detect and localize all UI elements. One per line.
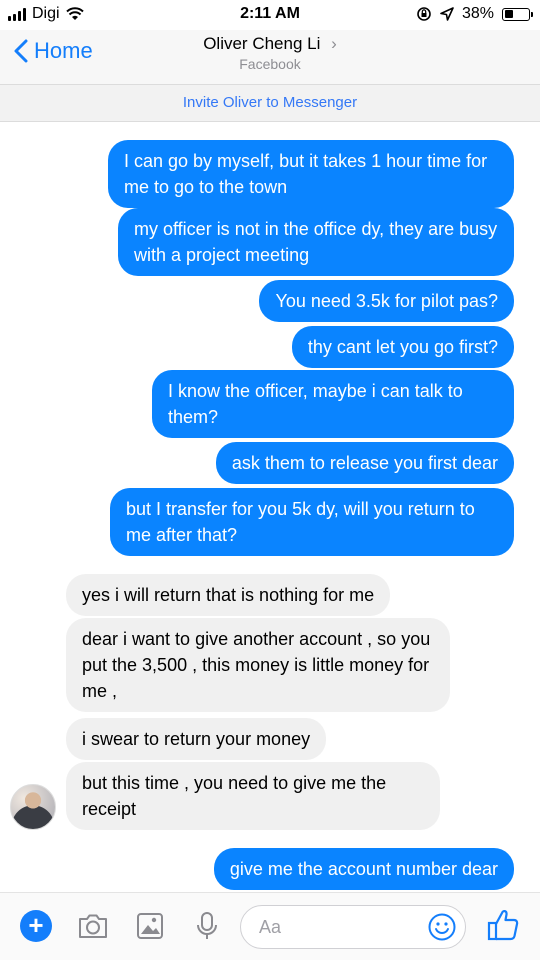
message-input[interactable]: Aa xyxy=(240,905,466,949)
message-bubble-outgoing[interactable]: my officer is not in the office dy, they… xyxy=(118,208,514,276)
message-bubble-incoming[interactable]: but this time , you need to give me the … xyxy=(66,762,440,830)
message-bubble-incoming[interactable]: dear i want to give another account , so… xyxy=(66,618,450,712)
message-list: I can go by myself, but it takes 1 hour … xyxy=(0,122,540,892)
plus-icon[interactable]: + xyxy=(20,910,52,942)
message-bubble-outgoing[interactable]: You need 3.5k for pilot pas? xyxy=(259,280,514,322)
battery-percent: 38% xyxy=(461,5,494,22)
contact-avatar[interactable] xyxy=(10,784,56,830)
contact-name[interactable]: Oliver Cheng Li › xyxy=(0,34,540,54)
status-right: 38% xyxy=(416,5,533,23)
message-bubble-incoming[interactable]: i swear to return your money xyxy=(66,718,327,760)
invite-to-messenger-link[interactable]: Invite Oliver to Messenger xyxy=(0,84,540,122)
message-bubble-outgoing[interactable]: thy cant let you go first? xyxy=(291,326,514,368)
photo-icon[interactable] xyxy=(133,909,167,943)
location-icon xyxy=(440,7,454,21)
conversation-header: Home Oliver Cheng Li › Facebook xyxy=(0,30,540,84)
microphone-icon[interactable] xyxy=(190,909,224,943)
rotation-lock-icon xyxy=(417,7,431,21)
message-bubble-outgoing[interactable]: I know the officer, maybe i can talk to … xyxy=(152,370,514,438)
status-bar: Digi 2:11 AM 38% xyxy=(0,0,540,30)
battery-fill xyxy=(504,10,514,18)
camera-icon[interactable] xyxy=(76,909,110,943)
battery-icon xyxy=(502,7,533,21)
message-bubble-outgoing[interactable]: give me the account number dear xyxy=(213,848,514,890)
message-bubble-outgoing[interactable]: ask them to release you first dear xyxy=(215,442,514,484)
thumbs-up-icon[interactable] xyxy=(486,907,520,943)
contact-source: Facebook xyxy=(239,56,301,72)
message-bubble-outgoing[interactable]: but I transfer for you 5k dy, will you r… xyxy=(110,488,514,556)
chevron-right-icon: › xyxy=(331,34,337,53)
message-bubble-outgoing[interactable]: I can go by myself, but it takes 1 hour … xyxy=(108,140,514,208)
emoji-icon[interactable] xyxy=(427,912,457,942)
contact-name-text: Oliver Cheng Li xyxy=(203,34,321,53)
message-input-placeholder: Aa xyxy=(259,917,282,937)
message-bubble-incoming[interactable]: yes i will return that is nothing for me xyxy=(66,574,391,616)
message-composer: + Aa xyxy=(0,892,540,960)
